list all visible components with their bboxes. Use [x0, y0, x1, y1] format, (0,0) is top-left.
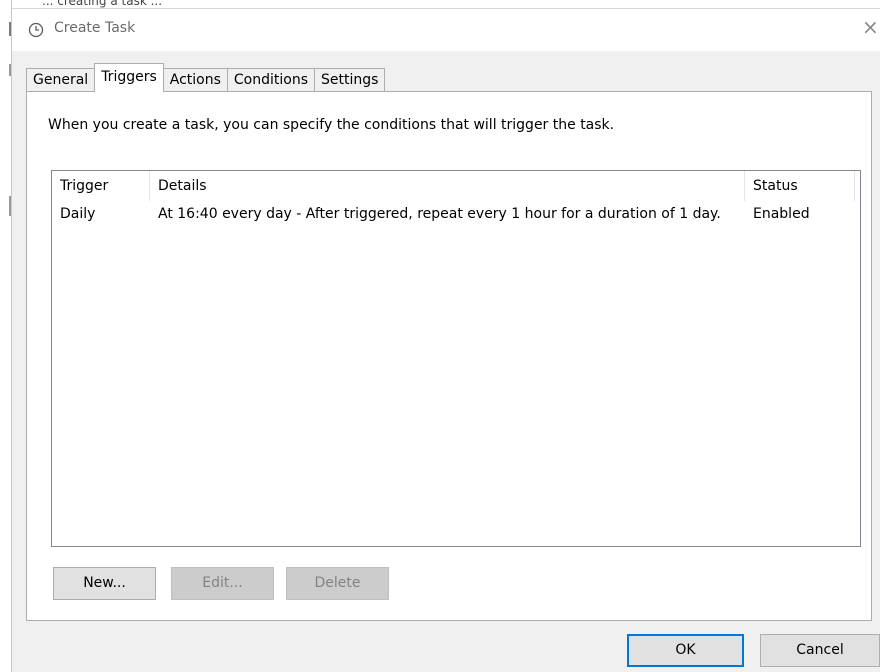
triggers-panel: When you create a task, you can specify … [26, 91, 872, 621]
cancel-button[interactable]: Cancel [760, 634, 880, 667]
new-trigger-button[interactable]: New... [53, 567, 156, 600]
triggers-list[interactable]: Trigger Details Status Daily At 16:40 ev… [51, 170, 861, 547]
edge-mark [9, 22, 11, 36]
create-task-dialog: Create Task × General Triggers Actions C… [12, 9, 880, 672]
background-sliver-text: ... creating a task ... [42, 0, 163, 8]
window-title: Create Task [54, 20, 136, 36]
ok-button[interactable]: OK [627, 634, 744, 667]
close-icon[interactable]: × [856, 9, 880, 47]
tab-strip: General Triggers Actions Conditions Sett… [26, 63, 386, 92]
edge-mark [9, 64, 11, 76]
title-bar[interactable]: Create Task × [12, 9, 880, 51]
tab-general[interactable]: General [26, 68, 96, 92]
tab-settings[interactable]: Settings [314, 68, 386, 92]
delete-trigger-button[interactable]: Delete [286, 567, 389, 600]
clock-icon [28, 22, 44, 38]
background-window-edge [0, 0, 12, 672]
cell-status: Enabled [753, 206, 810, 222]
edit-trigger-button[interactable]: Edit... [171, 567, 274, 600]
triggers-intro-text: When you create a task, you can specify … [48, 117, 615, 133]
cell-trigger: Daily [60, 206, 96, 222]
tab-conditions[interactable]: Conditions [226, 68, 316, 92]
table-row[interactable]: Daily At 16:40 every day - After trigger… [52, 203, 860, 229]
background-window-sliver: ... creating a task ... [12, 0, 880, 9]
column-header-trigger[interactable]: Trigger [52, 171, 150, 201]
column-header-details[interactable]: Details [150, 171, 745, 201]
tab-triggers[interactable]: Triggers [94, 63, 164, 92]
list-header: Trigger Details Status [52, 171, 860, 201]
column-header-status[interactable]: Status [745, 171, 855, 201]
edge-mark [9, 196, 11, 216]
cell-details: At 16:40 every day - After triggered, re… [158, 206, 721, 222]
tab-actions[interactable]: Actions [162, 68, 228, 92]
